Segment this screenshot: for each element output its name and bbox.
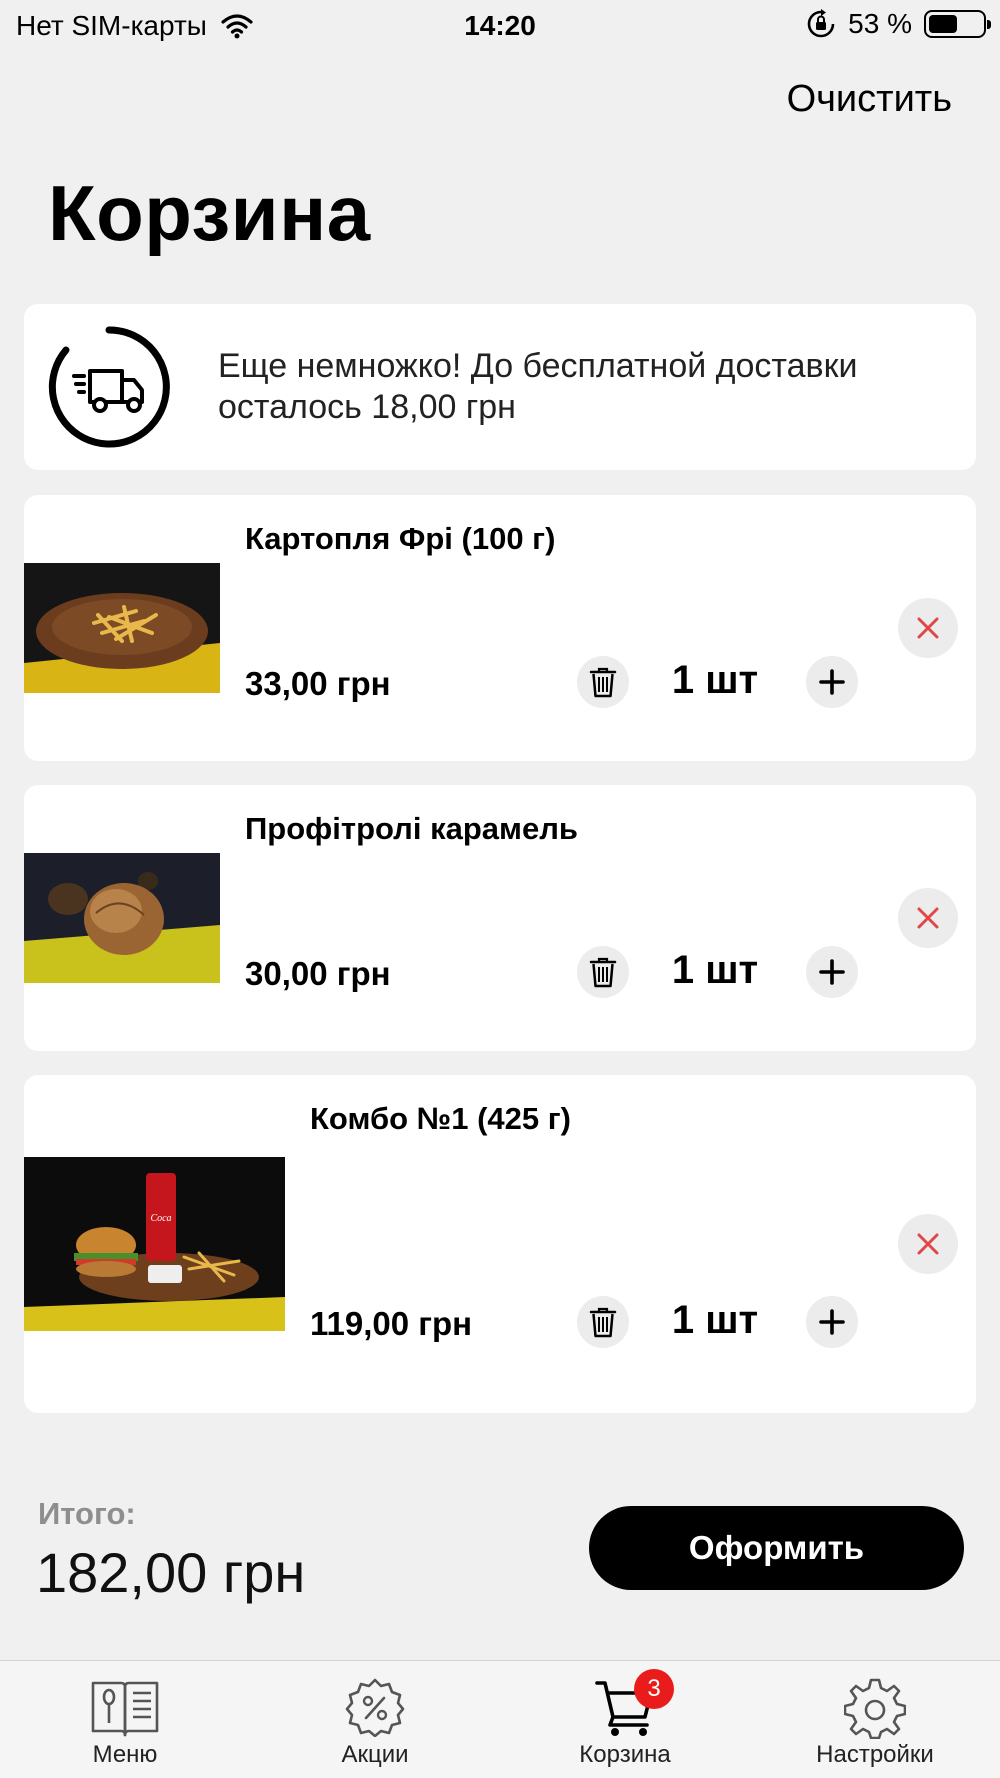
item-price: 30,00 грн [245,955,391,992]
close-icon [917,617,939,639]
plus-icon [819,669,845,695]
increase-quantity-button[interactable] [806,1296,858,1348]
tab-label: Корзина [579,1741,671,1768]
cart-item: Картопля Фрі (100 г) 33,00 грн 1 шт [24,495,976,761]
truck-icon [48,326,170,448]
tab-label: Акции [341,1741,409,1768]
item-quantity: 1 шт [671,658,759,702]
battery-fill [929,15,957,33]
tab-menu[interactable]: Меню [0,1661,250,1778]
item-image-profiteroles [24,853,220,983]
profiteroles-photo [24,853,220,983]
increase-quantity-button[interactable] [806,946,858,998]
item-image-fries [24,563,220,693]
remove-item-button[interactable] [898,888,958,948]
tab-cart[interactable]: 3 Корзина [500,1661,750,1778]
close-icon [917,907,939,929]
cart-item: Coca Комбо №1 (425 г) 119,00 грн 1 шт [24,1075,976,1413]
tab-label: Настройки [816,1741,934,1768]
trash-icon [589,1307,617,1338]
tab-bar: Меню Акции 3 Корзина Настройки [0,1660,1000,1778]
status-right: 53 % [806,8,991,40]
checkout-button[interactable]: Оформить [589,1506,964,1590]
battery-icon [924,10,991,38]
decrease-quantity-button[interactable] [577,946,629,998]
plus-icon [819,1309,845,1335]
item-price: 33,00 грн [245,665,391,702]
item-name: Профітролі карамель [245,811,578,846]
fries-photo [24,563,220,693]
item-price: 119,00 грн [310,1305,473,1342]
item-name: Комбо №1 (425 г) [310,1101,571,1136]
remove-item-button[interactable] [898,598,958,658]
item-name: Картопля Фрі (100 г) [245,521,556,556]
clear-cart-button[interactable]: Очистить [787,78,952,121]
menu-book-icon [91,1681,159,1737]
tab-settings[interactable]: Настройки [750,1661,1000,1778]
cart-count-badge: 3 [634,1669,674,1709]
svg-text:Coca: Coca [150,1213,171,1224]
item-image-combo: Coca [24,1157,285,1331]
item-quantity: 1 шт [671,948,759,992]
plus-icon [819,959,845,985]
tab-label: Меню [92,1741,158,1768]
gear-icon [844,1678,906,1739]
status-bar: Нет SIM-карты 14:20 53 % [0,0,1000,52]
close-icon [917,1233,939,1255]
decrease-quantity-button[interactable] [577,1296,629,1348]
total-label: Итого: [38,1496,136,1531]
remove-item-button[interactable] [898,1214,958,1274]
combo-photo: Coca [24,1157,285,1331]
total-value: 182,00 грн [36,1541,306,1604]
discount-badge-icon [345,1678,405,1737]
free-delivery-banner: Еще немножко! До бесплатной доставки ост… [24,304,976,470]
tab-promotions[interactable]: Акции [250,1661,500,1778]
increase-quantity-button[interactable] [806,656,858,708]
item-quantity: 1 шт [671,1298,759,1342]
decrease-quantity-button[interactable] [577,656,629,708]
rotation-lock-icon [807,9,835,38]
trash-icon [589,957,617,988]
trash-icon [589,667,617,698]
page-title: Корзина [48,169,371,257]
delivery-message: Еще немножко! До бесплатной доставки ост… [218,347,858,426]
battery-percent: 53 % [848,8,912,39]
cart-item: Профітролі карамель 30,00 грн 1 шт [24,785,976,1051]
